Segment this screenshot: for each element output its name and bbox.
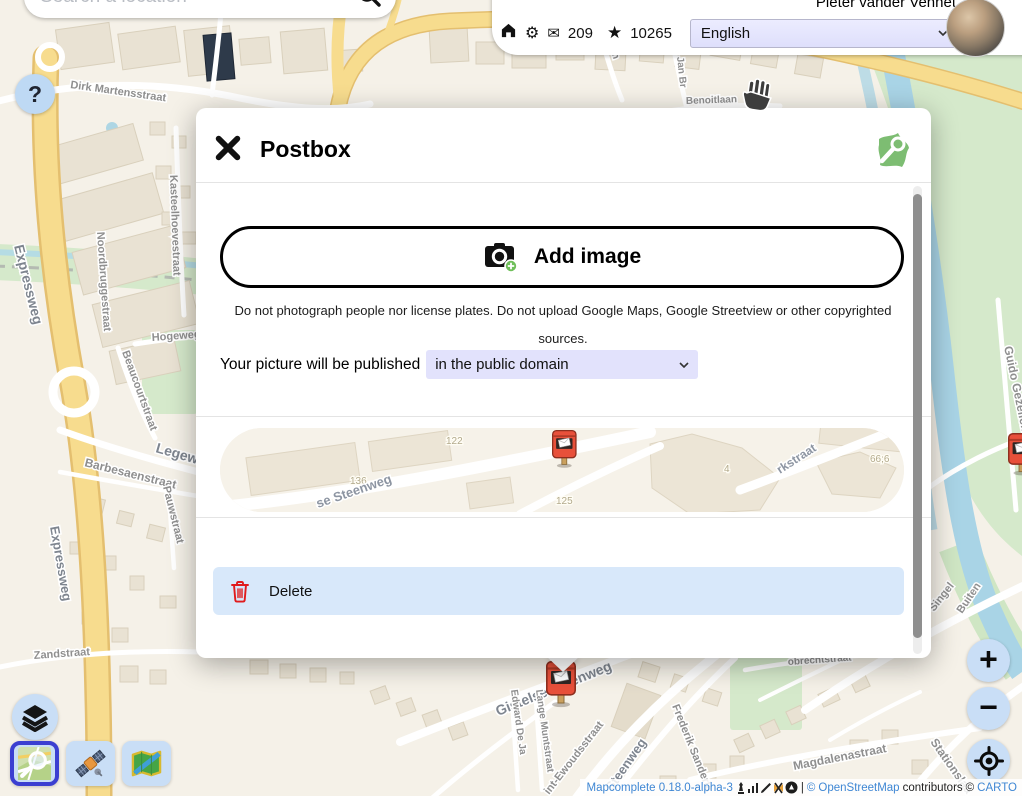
license-select[interactable]: in the public domain	[426, 350, 698, 379]
street-label: Singel	[927, 580, 957, 613]
mapcomplete-version-link[interactable]: Mapcomplete 0.18.0-alpha-3	[587, 782, 733, 794]
search-icon[interactable]	[356, 0, 382, 13]
help-button-label: ?	[28, 81, 42, 108]
dialog-scrollbar-thumb[interactable]	[913, 194, 922, 638]
house-number: 122	[446, 436, 463, 447]
attribution-separator: |	[801, 782, 804, 794]
layers-button[interactable]	[12, 694, 58, 740]
plus-icon: +	[979, 643, 998, 675]
search-bar[interactable]	[24, 0, 396, 18]
messages-count[interactable]: 209	[568, 25, 593, 42]
josm-icon	[773, 782, 784, 794]
close-icon[interactable]	[214, 134, 244, 164]
divider	[196, 416, 931, 417]
star-icon: ★	[607, 25, 622, 42]
language-select[interactable]: English	[690, 19, 957, 48]
attribution-bar: Mapcomplete 0.18.0-alpha-3 | © OpenStree…	[580, 779, 1022, 796]
mapillary-icon	[785, 781, 798, 794]
statistics-icon	[747, 782, 759, 794]
geolocate-icon	[974, 746, 1004, 776]
theme-button-map[interactable]	[122, 741, 171, 786]
house-number: 66;6	[870, 454, 890, 465]
delete-label: Delete	[269, 583, 312, 600]
feature-minimap[interactable]: 122 136 125 4 66;6 se Steenweg rkstraat	[220, 428, 904, 512]
home-icon[interactable]	[500, 22, 517, 44]
layers-icon	[20, 702, 50, 732]
street-label: Zandstraat	[33, 646, 90, 662]
stars-count: 10265	[630, 25, 672, 42]
pencil-icon	[760, 782, 772, 794]
osm-logo-icon[interactable]	[872, 130, 912, 175]
attribution-icons[interactable]	[736, 781, 798, 794]
openstreetmap-link[interactable]: OpenStreetMap	[818, 782, 899, 794]
camera-plus-icon	[483, 241, 520, 273]
copyright-symbol: ©	[807, 782, 815, 794]
theme-button-aerial[interactable]	[66, 741, 115, 786]
hand-cursor	[742, 78, 776, 119]
satellite-icon	[74, 747, 107, 780]
divider	[196, 182, 931, 183]
folded-map-icon	[130, 747, 163, 780]
license-select-value: in the public domain	[435, 356, 568, 373]
search-input[interactable]	[24, 0, 356, 8]
user-avatar[interactable]	[946, 0, 1005, 57]
mail-icon[interactable]: ✉	[547, 26, 560, 41]
postbox-dialog: Postbox Add image Do not photograph peop…	[196, 108, 931, 658]
username: Pieter vander Vennet	[816, 0, 956, 11]
image-license-note: Do not photograph people nor license pla…	[233, 297, 893, 353]
geolocate-button[interactable]	[967, 739, 1010, 782]
statue-icon	[736, 782, 746, 794]
street-label: Magdalenastraat	[792, 741, 888, 773]
add-image-button[interactable]: Add image	[220, 226, 904, 288]
divider	[196, 517, 931, 518]
dialog-pointer-arrow	[546, 656, 580, 672]
trash-icon	[229, 579, 251, 604]
copyright-symbol: ©	[966, 782, 974, 794]
zoom-out-button[interactable]: −	[967, 687, 1010, 730]
contributors-text: contributors	[903, 782, 963, 794]
carto-link[interactable]: CARTO	[977, 782, 1017, 794]
language-select-value: English	[701, 25, 750, 42]
house-number: 4	[724, 464, 730, 475]
theme-button-osm[interactable]	[10, 741, 59, 786]
minus-icon: −	[979, 691, 998, 723]
street-label: Benoitlaan	[686, 94, 737, 107]
chevron-down-icon	[679, 362, 689, 368]
street-label: Jan Br	[674, 56, 688, 88]
publish-prefix: Your picture will be published	[220, 356, 420, 374]
zoom-in-button[interactable]: +	[967, 639, 1010, 682]
help-button[interactable]: ?	[15, 74, 55, 114]
osm-map-icon	[18, 747, 51, 780]
user-topbar: Pieter vander Vennet ⚙ ✉ 209 ★ 10265 Eng…	[492, 0, 1022, 55]
add-image-label: Add image	[534, 245, 641, 269]
theme-switcher	[10, 741, 171, 786]
delete-button[interactable]: Delete	[213, 567, 904, 615]
street-label: Expressweg	[47, 525, 75, 602]
dialog-title: Postbox	[260, 136, 351, 163]
house-number: 125	[556, 496, 573, 507]
gear-icon[interactable]: ⚙	[525, 25, 539, 41]
